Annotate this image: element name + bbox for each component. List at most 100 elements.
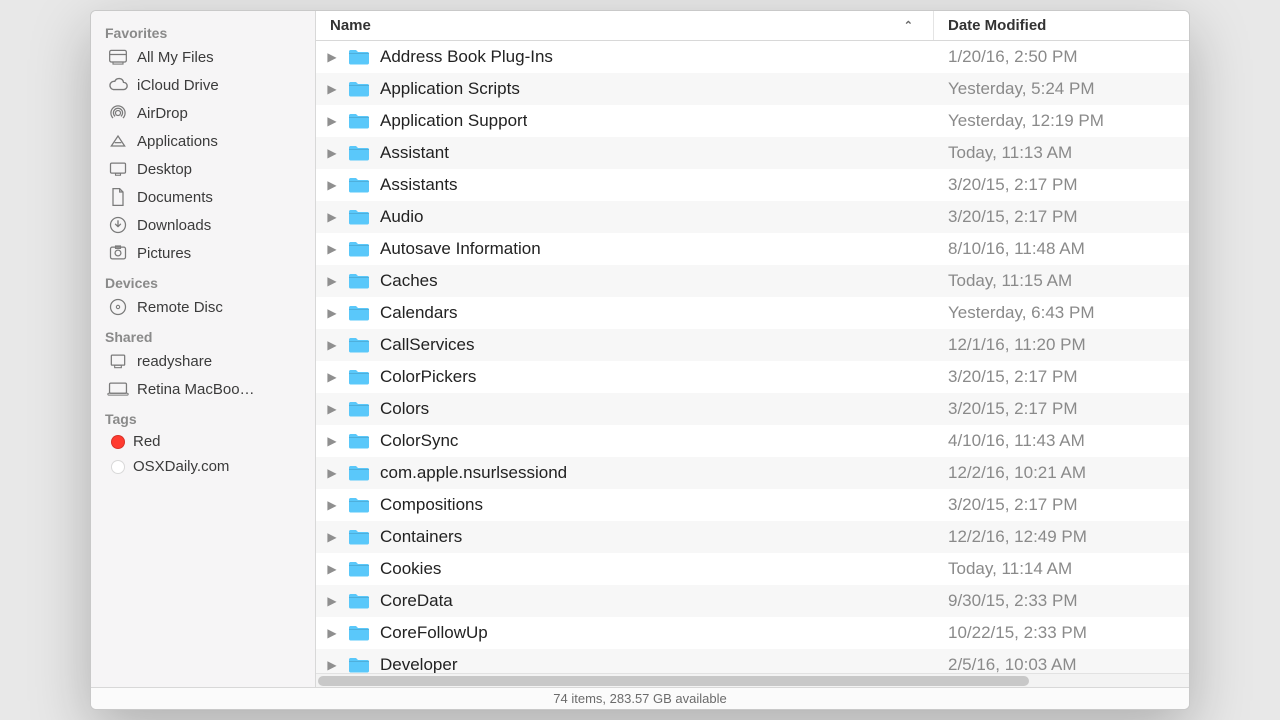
disclosure-triangle-icon[interactable]: ▶ [326,338,338,352]
file-row[interactable]: ▶ ColorPickers3/20/15, 2:17 PM [316,361,1189,393]
file-date-cell: Today, 11:14 AM [934,559,1189,579]
file-name-label: Compositions [380,495,483,515]
sidebar-section-header: Tags [91,403,315,429]
sidebar-item[interactable]: Red [91,429,315,454]
file-row[interactable]: ▶ CachesToday, 11:15 AM [316,265,1189,297]
disclosure-triangle-icon[interactable]: ▶ [326,466,338,480]
sidebar: FavoritesAll My FilesiCloud DriveAirDrop… [91,11,316,687]
folder-icon [346,207,372,227]
sidebar-item[interactable]: Desktop [91,155,315,183]
file-name-cell: ▶ Audio [316,207,934,227]
sidebar-item[interactable]: Applications [91,127,315,155]
folder-icon [346,79,372,99]
file-row[interactable]: ▶ Colors3/20/15, 2:17 PM [316,393,1189,425]
column-header-name[interactable]: Name ⌃ [316,11,934,40]
disclosure-triangle-icon[interactable]: ▶ [326,658,338,672]
file-date-cell: 3/20/15, 2:17 PM [934,495,1189,515]
disclosure-triangle-icon[interactable]: ▶ [326,306,338,320]
sidebar-item[interactable]: Remote Disc [91,293,315,321]
sidebar-section-header: Shared [91,321,315,347]
file-row[interactable]: ▶ com.apple.nsurlsessiond12/2/16, 10:21 … [316,457,1189,489]
sidebar-item[interactable]: iCloud Drive [91,71,315,99]
file-row[interactable]: ▶ AssistantToday, 11:13 AM [316,137,1189,169]
file-name-label: CoreFollowUp [380,623,488,643]
file-row[interactable]: ▶ CookiesToday, 11:14 AM [316,553,1189,585]
horizontal-scrollbar[interactable] [316,673,1189,687]
file-row[interactable]: ▶ Developer 2/5/16, 10:03 AM [316,649,1189,673]
sidebar-item[interactable]: Downloads [91,211,315,239]
file-row[interactable]: ▶ ColorSync4/10/16, 11:43 AM [316,425,1189,457]
file-row[interactable]: ▶ Audio3/20/15, 2:17 PM [316,201,1189,233]
sidebar-item-label: Documents [137,189,213,206]
file-row[interactable]: ▶ Compositions 3/20/15, 2:17 PM [316,489,1189,521]
disclosure-triangle-icon[interactable]: ▶ [326,626,338,640]
sidebar-item[interactable]: readyshare [91,347,315,375]
file-row[interactable]: ▶ Address Book Plug-Ins1/20/16, 2:50 PM [316,41,1189,73]
file-name-cell: ▶ Application Support [316,111,934,131]
file-date-cell: Yesterday, 12:19 PM [934,111,1189,131]
tag-dot-icon [111,435,125,449]
sidebar-item[interactable]: OSXDaily.com [91,454,315,479]
file-name-cell: ▶ Colors [316,399,934,419]
disclosure-triangle-icon[interactable]: ▶ [326,274,338,288]
column-header-row: Name ⌃ Date Modified [316,11,1189,41]
file-row[interactable]: ▶ CoreFollowUp10/22/15, 2:33 PM [316,617,1189,649]
sidebar-item[interactable]: Pictures [91,239,315,267]
file-rows[interactable]: ▶ Address Book Plug-Ins1/20/16, 2:50 PM▶… [316,41,1189,673]
file-row[interactable]: ▶ Application ScriptsYesterday, 5:24 PM [316,73,1189,105]
file-date-cell: 2/5/16, 10:03 AM [934,655,1189,673]
sidebar-section-header: Devices [91,267,315,293]
file-row[interactable]: ▶ Autosave Information8/10/16, 11:48 AM [316,233,1189,265]
file-list-pane: Name ⌃ Date Modified ▶ Address Book Plug… [316,11,1189,687]
all-my-files-icon [107,47,129,67]
sidebar-item[interactable]: All My Files [91,43,315,71]
disclosure-triangle-icon[interactable]: ▶ [326,370,338,384]
disclosure-triangle-icon[interactable]: ▶ [326,594,338,608]
column-header-date[interactable]: Date Modified [934,11,1189,40]
disclosure-triangle-icon[interactable]: ▶ [326,242,338,256]
sidebar-item[interactable]: AirDrop [91,99,315,127]
folder-icon [346,303,372,323]
remote-disc-icon [107,297,129,317]
disclosure-triangle-icon[interactable]: ▶ [326,498,338,512]
disclosure-triangle-icon[interactable]: ▶ [326,82,338,96]
file-name-label: Autosave Information [380,239,541,259]
file-name-cell: ▶ Assistant [316,143,934,163]
disclosure-triangle-icon[interactable]: ▶ [326,50,338,64]
file-name-label: Developer [380,655,458,673]
disclosure-triangle-icon[interactable]: ▶ [326,562,338,576]
file-row[interactable]: ▶ CallServices12/1/16, 11:20 PM [316,329,1189,361]
horizontal-scrollbar-thumb[interactable] [318,676,1029,686]
file-name-cell: ▶ Assistants [316,175,934,195]
disclosure-triangle-icon[interactable]: ▶ [326,402,338,416]
disclosure-triangle-icon[interactable]: ▶ [326,434,338,448]
disclosure-triangle-icon[interactable]: ▶ [326,146,338,160]
tag-dot-icon [111,460,125,474]
file-row[interactable]: ▶ CalendarsYesterday, 6:43 PM [316,297,1189,329]
folder-icon [346,463,372,483]
sidebar-item-label: Retina MacBoo… [137,381,255,398]
file-date-cell: 3/20/15, 2:17 PM [934,367,1189,387]
airdrop-icon [107,103,129,123]
file-name-cell: ▶ CallServices [316,335,934,355]
folder-icon [346,111,372,131]
file-row[interactable]: ▶ CoreData9/30/15, 2:33 PM [316,585,1189,617]
file-row[interactable]: ▶ Assistants3/20/15, 2:17 PM [316,169,1189,201]
file-name-cell: ▶ ColorPickers [316,367,934,387]
file-name-label: Colors [380,399,429,419]
disclosure-triangle-icon[interactable]: ▶ [326,530,338,544]
folder-icon [346,271,372,291]
sidebar-item-label: All My Files [137,49,214,66]
disclosure-triangle-icon[interactable]: ▶ [326,210,338,224]
status-bar: 74 items, 283.57 GB available [91,687,1189,709]
disclosure-triangle-icon[interactable]: ▶ [326,114,338,128]
file-name-cell: ▶ Containers [316,527,934,547]
disclosure-triangle-icon[interactable]: ▶ [326,178,338,192]
file-row[interactable]: ▶ Application SupportYesterday, 12:19 PM [316,105,1189,137]
sidebar-item[interactable]: Retina MacBoo… [91,375,315,403]
sidebar-item[interactable]: Documents [91,183,315,211]
folder-icon [346,175,372,195]
file-row[interactable]: ▶ Containers12/2/16, 12:49 PM [316,521,1189,553]
applications-icon [107,131,129,151]
file-name-cell: ▶ CoreData [316,591,934,611]
